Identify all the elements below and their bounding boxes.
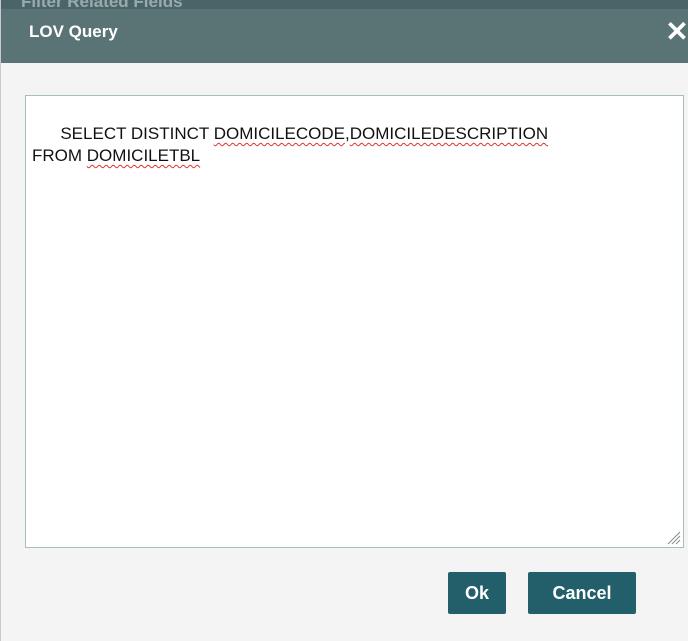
query-text-domiciletbl: DOMICILETBL: [86, 146, 201, 165]
query-text-select: SELECT DISTINCT: [60, 124, 214, 143]
query-text-domiciledescription: DOMICILEDESCRIPTION: [349, 124, 549, 143]
query-textarea[interactable]: SELECT DISTINCT DOMICILECODE,DOMICILEDES…: [26, 96, 683, 547]
query-text-from: FROM: [32, 146, 87, 165]
dialog-titlebar[interactable]: Filter Related Fields LOV Query ✕: [1, 0, 688, 63]
close-icon[interactable]: ✕: [665, 18, 688, 46]
cancel-button[interactable]: Cancel: [528, 572, 636, 614]
dialog-title: LOV Query: [29, 22, 118, 41]
ok-button[interactable]: Ok: [448, 572, 506, 614]
resize-grip-icon[interactable]: [665, 529, 681, 545]
lov-query-dialog: Filter Related Fields LOV Query ✕ SELECT…: [0, 0, 688, 641]
background-window-title: Filter Related Fields: [21, 0, 183, 11]
query-text-domicilecode: DOMICILECODE: [213, 124, 345, 143]
query-editor[interactable]: SELECT DISTINCT DOMICILECODE,DOMICILEDES…: [25, 95, 684, 548]
